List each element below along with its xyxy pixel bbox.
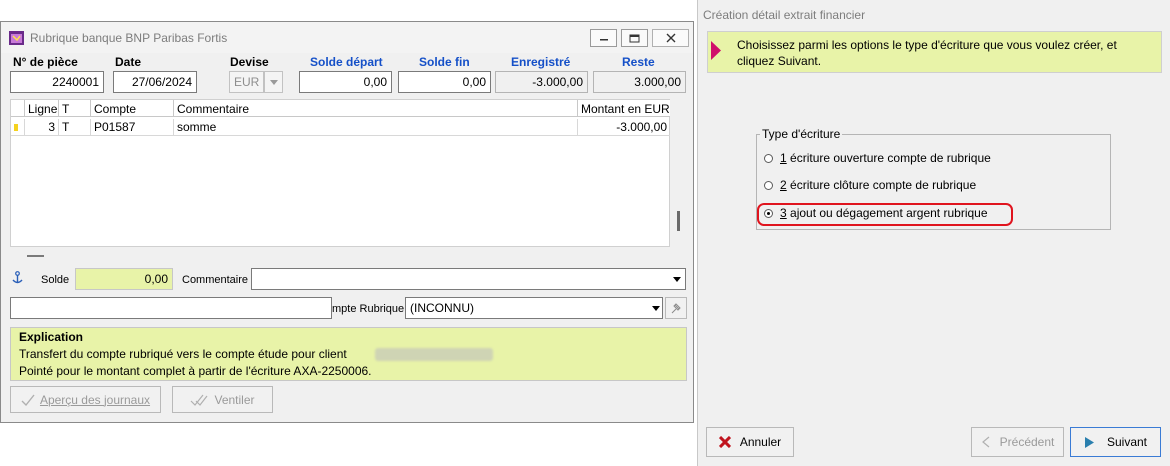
type-ecriture-legend: Type d'écriture <box>760 127 843 141</box>
explication-title: Explication <box>19 330 84 344</box>
option-label: 2 écriture clôture compte de rubrique <box>780 178 977 192</box>
anchor-icon[interactable] <box>11 271 24 285</box>
explication-line-2: Pointé pour le montant complet à partir … <box>19 364 372 378</box>
solde-depart-field[interactable]: 0,00 <box>299 71 392 93</box>
devise-dropdown <box>264 71 283 93</box>
ventiler-label: Ventiler <box>214 392 255 407</box>
cell-commentaire[interactable]: somme <box>174 119 578 136</box>
cell-t[interactable]: T <box>59 119 91 136</box>
row-selector-header <box>11 100 25 117</box>
redacted-client-name <box>375 348 493 361</box>
explication-line-1: Transfert du compte rubriqué vers le com… <box>19 347 347 361</box>
commentaire-label: Commentaire <box>182 274 249 286</box>
radio-button[interactable] <box>764 154 773 163</box>
solde-fin-header: Solde fin <box>419 55 470 69</box>
enregistre-field: -3.000,00 <box>495 71 588 93</box>
compte-rubrique-select[interactable]: (INCONNU) <box>405 297 650 319</box>
ventiler-button[interactable]: Ventiler <box>172 386 273 413</box>
rubrique-window: Rubrique banque BNP Paribas Fortis N° de… <box>0 21 694 423</box>
creation-detail-window: Création détail extrait financier Choisi… <box>697 0 1170 466</box>
commentaire-input[interactable] <box>251 268 670 290</box>
title-bar: Rubrique banque BNP Paribas Fortis <box>1 22 693 53</box>
suivant-button[interactable]: Suivant <box>1070 427 1161 457</box>
pin-button[interactable] <box>665 297 687 319</box>
scrollbar-thumb[interactable] <box>677 211 680 231</box>
pin-icon <box>671 303 681 314</box>
apercu-journaux-button[interactable]: Aperçu des journaux <box>10 386 161 413</box>
solde-fin-field[interactable]: 0,00 <box>398 71 491 93</box>
split-check-icon <box>191 394 208 406</box>
chevron-down-icon <box>269 79 278 85</box>
play-right-icon <box>1084 436 1094 448</box>
column-header[interactable]: T <box>59 100 91 117</box>
column-header[interactable]: Montant en EUR <box>578 100 670 117</box>
close-button[interactable] <box>652 29 689 47</box>
compte-search-input[interactable] <box>10 297 332 319</box>
column-header[interactable]: Commentaire <box>174 100 578 117</box>
cell-montant[interactable]: -3.000,00 <box>578 119 670 136</box>
lines-table: Ligne T Compte Commentaire Montant en EU… <box>10 99 670 247</box>
arrow-right-icon <box>711 41 721 60</box>
instruction-line-1: Choisissez parmi les options le type d'é… <box>737 38 1117 52</box>
precedent-button[interactable]: Précédent <box>971 427 1064 457</box>
reste-header: Reste <box>622 55 655 69</box>
compte-rubrique-dropdown-button[interactable] <box>649 297 663 319</box>
chevron-down-icon <box>673 276 681 282</box>
solde-label: Solde <box>41 274 70 286</box>
option-label: 1 écriture ouverture compte de rubrique <box>780 151 991 165</box>
compte-rubrique-label: mpte Rubrique <box>332 303 405 315</box>
row-marker <box>11 119 25 136</box>
piece-number-field[interactable]: 2240001 <box>10 71 104 93</box>
enregistre-header: Enregistré <box>511 55 571 69</box>
app-icon <box>9 31 24 45</box>
radio-button[interactable] <box>764 181 773 190</box>
window-title: Création détail extrait financier <box>703 8 866 22</box>
explication-panel: Explication Transfert du compte rubriqué… <box>10 327 687 381</box>
reste-field: 3.000,00 <box>593 71 686 93</box>
commentaire-dropdown-button[interactable] <box>669 268 686 290</box>
minimize-button[interactable] <box>590 29 617 47</box>
splitter-handle[interactable] <box>27 255 44 257</box>
chevron-down-icon <box>651 305 660 311</box>
minimize-icon <box>599 39 608 41</box>
instruction-banner: Choisissez parmi les options le type d'é… <box>707 31 1162 73</box>
suivant-label: Suivant <box>1106 435 1148 449</box>
annuler-label: Annuler <box>739 435 782 449</box>
column-header[interactable]: Compte <box>91 100 174 117</box>
check-icon <box>21 394 35 406</box>
precedent-label: Précédent <box>999 435 1055 449</box>
radio-button-selected[interactable] <box>764 209 773 218</box>
devise-header: Devise <box>230 55 269 69</box>
solde-field: 0,00 <box>75 268 173 290</box>
devise-field: EUR <box>229 71 264 93</box>
date-header: Date <box>115 55 142 69</box>
current-row-marker-icon <box>14 124 18 131</box>
instruction-line-2: cliquez Suivant. <box>737 54 822 68</box>
date-field[interactable]: 27/06/2024 <box>113 71 197 93</box>
cell-compte[interactable]: P01587 <box>91 119 174 136</box>
cell-ligne[interactable]: 3 <box>25 119 59 136</box>
annuler-button[interactable]: Annuler <box>706 427 794 457</box>
maximize-button[interactable] <box>621 29 648 47</box>
close-icon <box>666 33 675 43</box>
apercu-journaux-label: Aperçu des journaux <box>39 392 151 407</box>
solde-depart-header: Solde départ <box>310 55 383 69</box>
option-label: 3 ajout ou dégagement argent rubrique <box>780 206 988 220</box>
maximize-icon <box>629 34 640 42</box>
piece-header: N° de pièce <box>13 55 78 69</box>
chevron-left-icon <box>981 436 990 448</box>
window-title: Rubrique banque BNP Paribas Fortis <box>30 31 228 45</box>
close-icon <box>718 436 731 448</box>
column-header[interactable]: Ligne <box>25 100 59 117</box>
